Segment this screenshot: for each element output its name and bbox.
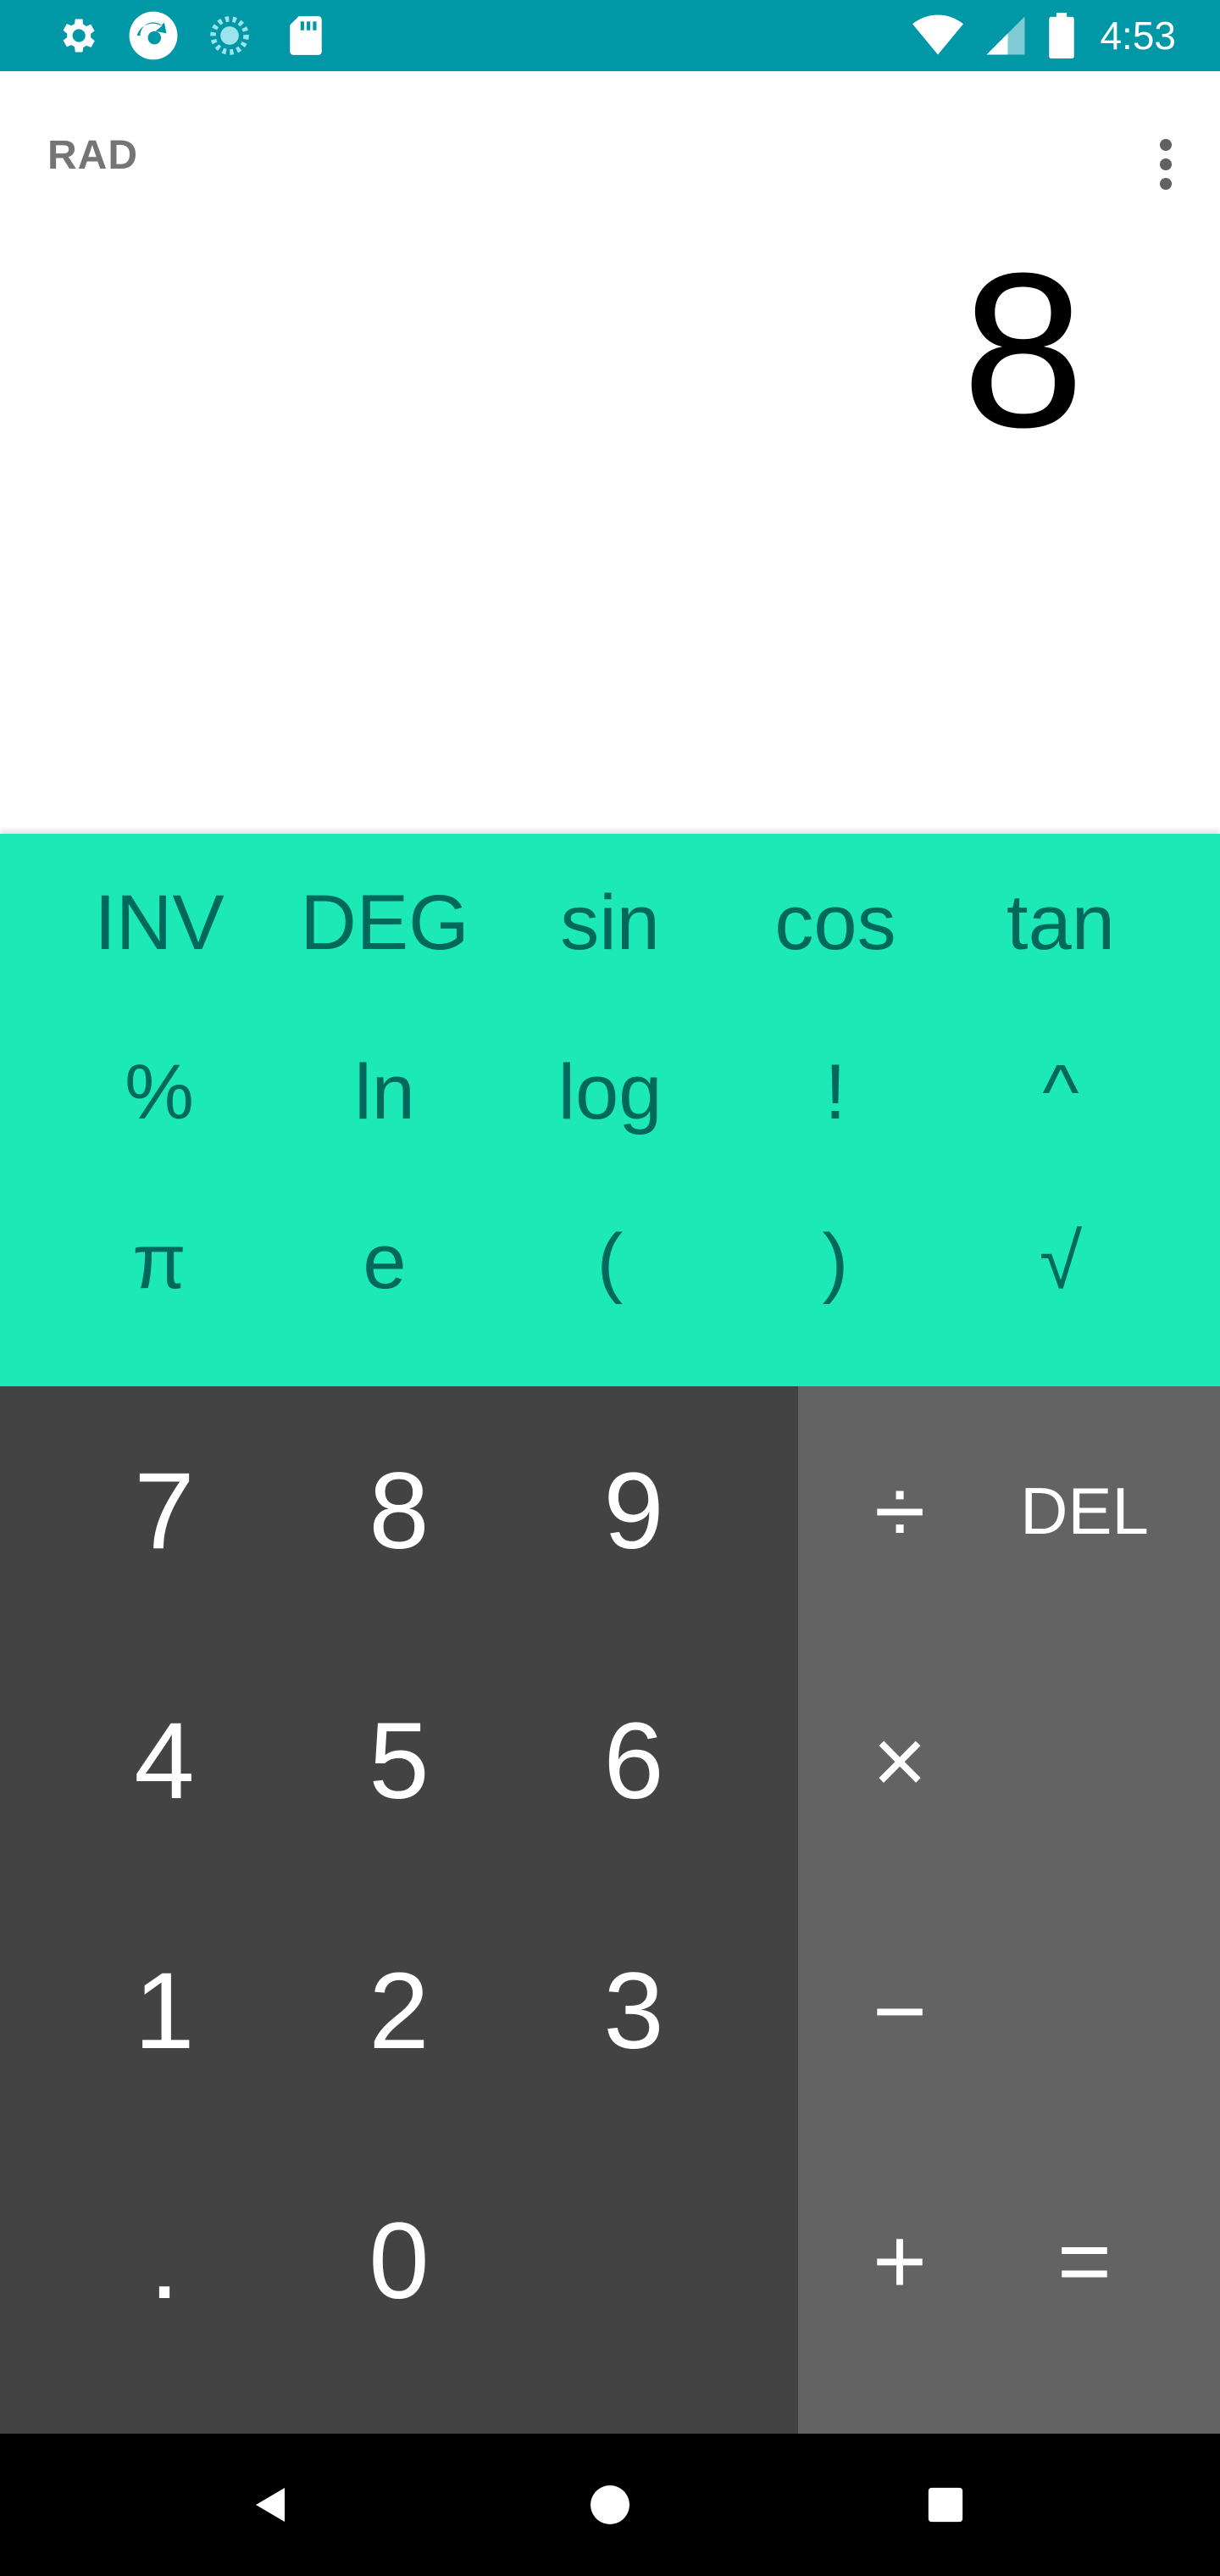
status-bar-right-icons: 4:53 [912, 8, 1176, 63]
sin-key[interactable]: sin [508, 842, 712, 1003]
percent-key[interactable]: % [58, 1012, 261, 1173]
home-icon[interactable] [568, 2462, 652, 2547]
navigation-bar [0, 2434, 1220, 2576]
cos-key[interactable]: cos [734, 842, 937, 1003]
close-paren-key[interactable]: ) [734, 1181, 937, 1342]
plus-key[interactable]: + [798, 2136, 1001, 2386]
back-icon[interactable] [229, 2462, 313, 2547]
digit-2-key[interactable]: 2 [280, 1886, 518, 2136]
recents-icon[interactable] [903, 2462, 988, 2547]
settings-icon [51, 9, 103, 62]
numeric-pad: 7 8 9 4 5 6 1 2 3 . 0 [0, 1386, 798, 2434]
calculator-screen: 4:53 RAD 8 INV DEG sin cos tan % ln log … [0, 0, 1220, 2576]
loading-icon [203, 9, 256, 62]
wifi-icon [912, 9, 964, 62]
more-options-icon[interactable] [1145, 122, 1186, 207]
digit-0-key[interactable]: 0 [280, 2136, 518, 2386]
sqrt-key[interactable]: √ [959, 1181, 1162, 1342]
digit-9-key[interactable]: 9 [515, 1386, 752, 1636]
tan-key[interactable]: tan [959, 842, 1162, 1003]
minus-key[interactable]: − [798, 1886, 1001, 2136]
status-bar-left-icons [51, 8, 332, 63]
calculator-display: RAD 8 [0, 71, 1220, 834]
app-logo-icon [127, 9, 180, 62]
advanced-pad: INV DEG sin cos tan % ln log ! ^ π e ( )… [0, 834, 1220, 1386]
multiply-key[interactable]: × [798, 1636, 1001, 1886]
e-key[interactable]: e [283, 1181, 486, 1342]
log-key[interactable]: log [508, 1012, 712, 1173]
delete-key[interactable]: DEL [974, 1386, 1195, 1636]
operator-pad: ÷ DEL × − + = [798, 1386, 1220, 2434]
inv-key[interactable]: INV [58, 842, 261, 1003]
open-paren-key[interactable]: ( [508, 1181, 712, 1342]
sd-card-icon [280, 9, 332, 62]
angle-mode-indicator: RAD [47, 133, 138, 178]
deg-key[interactable]: DEG [283, 842, 486, 1003]
ln-key[interactable]: ln [283, 1012, 486, 1173]
battery-icon [1047, 9, 1076, 62]
factorial-key[interactable]: ! [734, 1012, 937, 1173]
power-key[interactable]: ^ [959, 1012, 1162, 1173]
digit-1-key[interactable]: 1 [46, 1886, 283, 2136]
result-display: 8 [962, 228, 1084, 474]
decimal-point-key[interactable]: . [46, 2136, 283, 2386]
equals-key[interactable]: = [983, 2136, 1186, 2386]
digit-5-key[interactable]: 5 [280, 1636, 518, 1886]
status-bar: 4:53 [0, 0, 1220, 71]
digit-8-key[interactable]: 8 [280, 1386, 518, 1636]
digit-7-key[interactable]: 7 [46, 1386, 283, 1636]
pi-key[interactable]: π [58, 1181, 261, 1342]
cell-signal-icon [979, 9, 1032, 62]
divide-key[interactable]: ÷ [798, 1386, 1001, 1636]
digit-4-key[interactable]: 4 [46, 1636, 283, 1886]
status-time: 4:53 [1100, 14, 1176, 58]
digit-3-key[interactable]: 3 [515, 1886, 752, 2136]
digit-6-key[interactable]: 6 [515, 1636, 752, 1886]
